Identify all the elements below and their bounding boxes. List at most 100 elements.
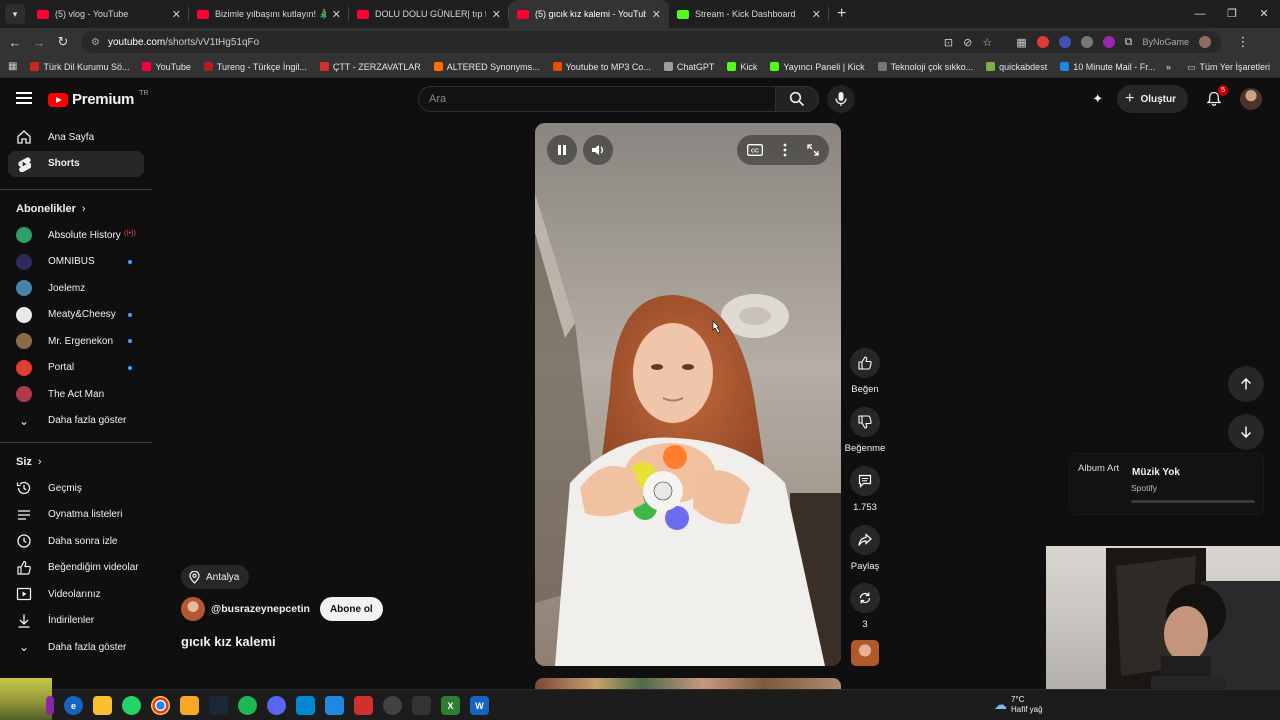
bookmark-item[interactable]: ÇTT - ZERZAVATLAR [319, 62, 421, 72]
extension-purple-icon[interactable] [1102, 36, 1115, 48]
discord-icon[interactable] [267, 696, 286, 715]
browser-tab[interactable]: Stream - Kick Dashboard ✕ [669, 0, 829, 28]
more-vertical-icon[interactable] [783, 143, 787, 157]
account-avatar[interactable] [1240, 88, 1262, 110]
sidebar-item-watch-later[interactable]: Daha sonra izle [0, 528, 152, 555]
steam-icon[interactable] [209, 696, 228, 715]
next-short-button[interactable] [1228, 414, 1264, 450]
reload-icon[interactable]: ↻ [51, 34, 75, 50]
short-title[interactable]: gıcık kız kalemi [181, 634, 276, 649]
address-bar[interactable]: ⚙ youtube.com/shorts/vV1tHg51qFo ⊡ ⊘ ☆ ▦… [81, 31, 1221, 53]
tab-close-icon[interactable]: ✕ [172, 8, 181, 21]
weather-widget[interactable]: ☁ 7°C Hafif yağ [994, 695, 1043, 715]
profile-icon[interactable] [1199, 36, 1211, 48]
tab-close-icon[interactable]: ✕ [332, 8, 341, 21]
subscription-item[interactable]: Mr. Ergenekon [0, 328, 152, 355]
youtube-logo[interactable]: Premium TR [48, 90, 148, 108]
all-bookmarks[interactable]: ▭ Tüm Yer İşaretleri [1187, 62, 1270, 73]
extension-gray-icon[interactable] [1080, 36, 1093, 48]
puzzle-icon[interactable]: ⧉ [1125, 36, 1133, 49]
edge-icon[interactable]: e [64, 696, 83, 715]
bookmark-item[interactable]: Kick [727, 62, 757, 72]
bookmark-item[interactable]: Yayıncı Paneli | Kick [770, 62, 865, 72]
shorts-player[interactable]: CC [535, 123, 841, 666]
subscribe-button[interactable]: Abone ol [319, 597, 383, 621]
bookmark-item[interactable]: YouTube [142, 62, 191, 72]
acrobat-icon[interactable] [354, 696, 373, 715]
sidebar-item-your-videos[interactable]: Videolarınız [0, 581, 152, 608]
channel-name[interactable]: @busrazeynepcetin [211, 603, 310, 615]
sidebar-item-history[interactable]: Geçmiş [0, 475, 152, 502]
comments-action[interactable]: 1.753 [846, 466, 884, 513]
bookmarks-more-icon[interactable]: » [1166, 62, 1171, 72]
voice-search-button[interactable] [827, 85, 855, 113]
site-info-icon[interactable]: ⚙ [91, 37, 100, 48]
sound-thumbnail[interactable] [851, 640, 879, 666]
like-action[interactable]: Beğen [846, 348, 884, 395]
bookmark-item[interactable]: ChatGPT [663, 62, 714, 72]
close-window-icon[interactable]: ✕ [1248, 0, 1280, 28]
subscription-item[interactable]: OMNIBUS [0, 249, 152, 276]
location-chip[interactable]: Antalya [181, 565, 250, 589]
chrome-icon[interactable] [151, 696, 170, 715]
back-icon[interactable]: ← [3, 35, 27, 50]
forward-icon[interactable]: → [27, 35, 51, 50]
extension-grid-icon[interactable]: ▦ [1016, 36, 1026, 49]
subscriptions-heading[interactable]: Abonelikler › [0, 196, 152, 222]
tab-search-icon[interactable]: ▾ [5, 4, 25, 24]
url-text[interactable]: youtube.com/shorts/vV1tHg51qFo [108, 37, 936, 48]
eye-off-icon[interactable]: ⊘ [963, 36, 972, 49]
previous-short-button[interactable] [1228, 366, 1264, 402]
remote-desktop-icon[interactable] [325, 696, 344, 715]
notifications-button[interactable]: 5 [1202, 85, 1228, 111]
install-app-icon[interactable]: ⊡ [944, 36, 953, 49]
remix-action[interactable]: 3 [846, 583, 884, 630]
sidebar-item-liked[interactable]: Beğendiğim videolar [0, 555, 152, 582]
subs-show-more[interactable]: ⌄ Daha fazla göster [0, 408, 152, 435]
bookmark-item[interactable]: ALTERED Synonyms... [433, 62, 540, 72]
sidebar-item-shorts[interactable]: Shorts [8, 150, 144, 177]
browser-tab[interactable]: (5) gıcık kız kalemi - YouTube ✕ [509, 0, 669, 28]
app-icon[interactable] [46, 696, 54, 715]
bookmark-item[interactable]: Teknoloji çok sıkko... [877, 62, 973, 72]
apps-grid-icon[interactable]: ▦ [8, 61, 17, 72]
bookmark-item[interactable]: 10 Minute Mail - Fr... [1060, 62, 1155, 72]
search-input[interactable]: Ara [418, 86, 776, 112]
bookmark-star-icon[interactable]: ☆ [982, 36, 992, 49]
extension-red-icon[interactable] [1036, 36, 1049, 48]
obs-icon[interactable] [383, 696, 402, 715]
subscription-item[interactable]: Meaty&Cheesy [0, 302, 152, 329]
tab-close-icon[interactable]: ✕ [652, 8, 661, 21]
extension-blue-icon[interactable] [1058, 36, 1071, 48]
maximize-icon[interactable]: ❐ [1216, 0, 1248, 28]
dislike-action[interactable]: Beğenme [845, 407, 885, 454]
bookmark-item[interactable]: Türk Dil Kurumu Sö... [30, 62, 129, 72]
cast-icon[interactable]: ✦ [1092, 91, 1103, 107]
sidebar-item-home[interactable]: Ana Sayfa [0, 124, 152, 151]
word-icon[interactable]: W [470, 696, 489, 715]
you-heading[interactable]: Siz › [0, 449, 152, 475]
minimize-icon[interactable]: — [1184, 0, 1216, 28]
file-explorer-icon[interactable] [180, 696, 199, 715]
share-action[interactable]: Paylaş [846, 525, 884, 572]
browser-tab[interactable]: (5) vlog - YouTube ✕ [29, 0, 189, 28]
browser-menu-icon[interactable]: ⋮ [1231, 34, 1255, 50]
tab-close-icon[interactable]: ✕ [812, 8, 821, 21]
browser-tab[interactable]: DOLU DOLU GÜNLER| tıp fakülte ✕ [349, 0, 509, 28]
sidebar-item-playlist[interactable]: Oynatma listeleri [0, 502, 152, 529]
subscription-item[interactable]: Portal [0, 355, 152, 382]
subscription-item[interactable]: Joelemz [0, 275, 152, 302]
bynogame-label[interactable]: ByNoGame [1142, 37, 1189, 47]
menu-icon[interactable] [16, 92, 32, 104]
store-icon[interactable] [296, 696, 315, 715]
bookmark-item[interactable]: Tureng - Türkçe İngil... [203, 62, 307, 72]
whatsapp-icon[interactable] [122, 696, 141, 715]
excel-icon[interactable]: X [441, 696, 460, 715]
sidebar-item-download[interactable]: İndirilenler [0, 608, 152, 635]
tab-close-icon[interactable]: ✕ [492, 8, 501, 21]
volume-button[interactable] [583, 135, 613, 165]
spotify-icon[interactable] [238, 696, 257, 715]
new-tab-icon[interactable]: + [837, 5, 846, 23]
bookmark-item[interactable]: quickabdest [986, 62, 1047, 72]
you-show-more[interactable]: ⌄ Daha fazla göster [0, 634, 152, 661]
